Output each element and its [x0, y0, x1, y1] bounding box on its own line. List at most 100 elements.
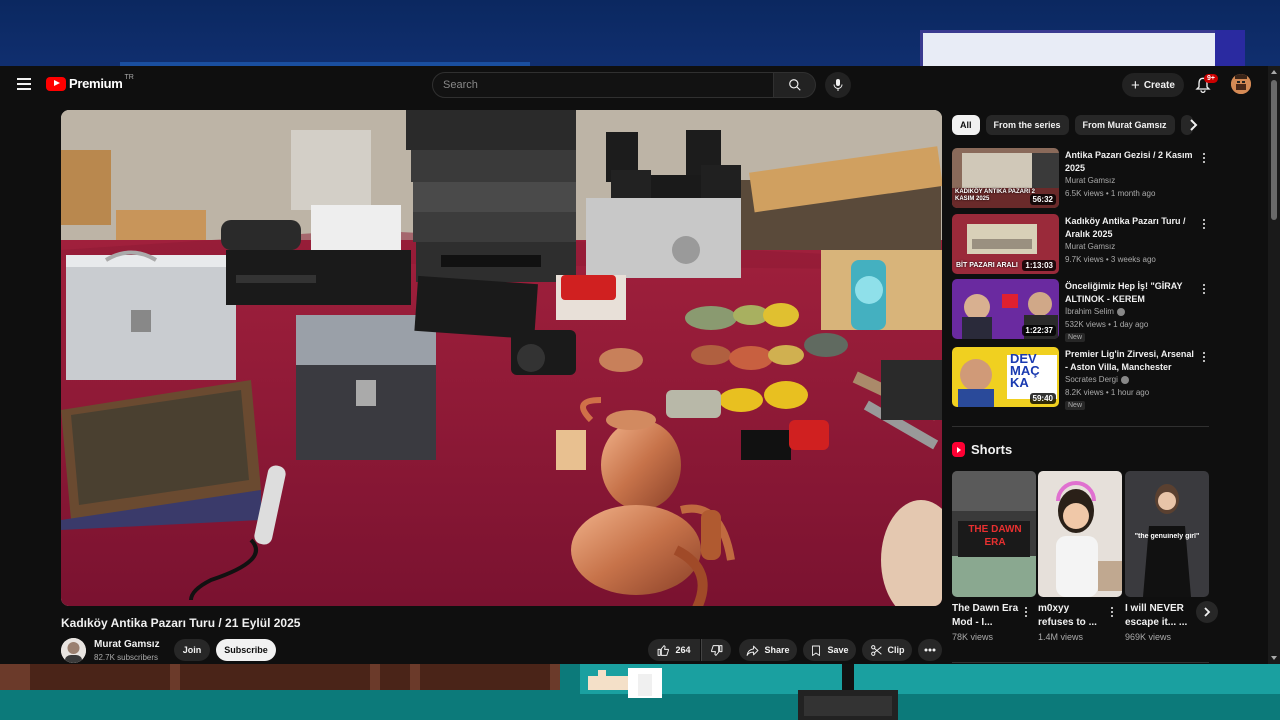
more-icon[interactable] — [1200, 217, 1208, 231]
like-count: 264 — [675, 645, 691, 655]
video-thumbnail: DEV MAÇ KA 59:40 — [952, 347, 1059, 407]
plus-icon: + — [1131, 76, 1140, 94]
masthead: Premium TR + Create 9+ — [0, 66, 1280, 104]
video-title: Önceliğimiz Hep İş! "GİRAY ALTINOK - KER… — [1065, 281, 1183, 304]
pixel-cat-sprite — [588, 668, 662, 698]
account-avatar[interactable] — [1231, 74, 1251, 94]
clip-label: Clip — [887, 645, 905, 655]
filter-chips: All From the series From Murat Gamsız — [952, 115, 1193, 135]
short-item[interactable]: THE DAWN ERA The Dawn Era Mod - I... 78K… — [952, 471, 1036, 642]
thumbnail-text: KADIKÖY ANTIKA PAZARI 2 KASIM 2025 — [955, 189, 1036, 202]
video-thumbnail: BİT PAZARI ARALI 1:13:03 — [952, 214, 1059, 274]
verified-icon — [1120, 375, 1129, 384]
page-scrollbar[interactable] — [1268, 66, 1280, 664]
save-button[interactable]: Save — [803, 639, 856, 661]
more-actions-button[interactable] — [918, 639, 942, 661]
more-icon[interactable] — [1200, 151, 1208, 165]
mic-icon — [833, 79, 843, 91]
short-views: 78K views — [952, 632, 994, 642]
shorts-header: Shorts — [952, 442, 1012, 457]
clip-button[interactable]: Clip — [862, 639, 912, 661]
chevron-right-icon — [1204, 607, 1211, 617]
video-title: Premier Lig'in Zirvesi, Arsenal - Aston … — [1065, 349, 1194, 372]
recommendation-item[interactable]: DEV MAÇ KA 59:40 Premier Lig'in Zirvesi,… — [952, 347, 1212, 411]
short-item[interactable]: m0xyy refuses to ... 1.4M views — [1038, 471, 1122, 642]
more-icon[interactable] — [1108, 605, 1116, 619]
verified-icon — [1116, 307, 1125, 316]
video-meta: 532K views • 1 day ago — [1065, 320, 1149, 329]
short-views: 1.4M views — [1038, 632, 1084, 642]
more-icon[interactable] — [1022, 605, 1030, 619]
more-icon — [924, 648, 936, 652]
shorts-icon — [952, 442, 965, 457]
more-icon[interactable] — [1200, 282, 1208, 296]
divider — [952, 662, 1209, 663]
like-button[interactable]: 264 — [648, 639, 700, 661]
create-label: Create — [1143, 79, 1175, 91]
share-label: Share — [764, 645, 790, 655]
share-button[interactable]: Share — [739, 639, 797, 661]
search-input[interactable] — [432, 72, 774, 98]
scroll-up-arrow[interactable] — [1271, 70, 1277, 74]
short-thumbnail: "the genuinely girl" — [1125, 471, 1209, 597]
video-frame — [61, 110, 942, 606]
video-duration: 59:40 — [1029, 393, 1056, 404]
thumbnail-text: THE DAWN ERA — [968, 524, 1022, 548]
chip-all[interactable]: All — [952, 115, 980, 135]
recommendation-item[interactable]: KADIKÖY ANTIKA PAZARI 2 KASIM 2025 56:32… — [952, 148, 1212, 212]
video-thumbnail: 1:22:37 — [952, 279, 1059, 339]
voice-search-button[interactable] — [825, 72, 851, 98]
video-meta: 6.5K views • 1 month ago — [1065, 189, 1156, 198]
search-bar — [432, 72, 816, 98]
channel-name-text: İbrahim Selim — [1065, 307, 1114, 316]
dislike-button[interactable] — [701, 639, 731, 661]
video-duration: 1:13:03 — [1022, 260, 1056, 271]
subscriber-count: 82.7K subscribers — [94, 653, 159, 662]
channel-avatar[interactable] — [61, 638, 86, 663]
recommendation-item[interactable]: 1:22:37 Önceliğimiz Hep İş! "GİRAY ALTIN… — [952, 279, 1212, 343]
create-button[interactable]: + Create — [1122, 73, 1184, 97]
scroll-thumb[interactable] — [1271, 80, 1277, 220]
video-duration: 56:32 — [1029, 194, 1056, 205]
more-icon[interactable] — [1200, 350, 1208, 364]
youtube-logo-icon — [46, 76, 66, 91]
thumbs-down-icon — [711, 644, 723, 656]
short-title: I will NEVER escape it... ... — [1125, 603, 1188, 628]
new-badge: New — [1065, 401, 1086, 410]
new-badge: New — [1065, 333, 1086, 342]
scroll-down-arrow[interactable] — [1271, 656, 1277, 660]
video-meta: 9.7K views • 3 weeks ago — [1065, 255, 1156, 264]
country-code: TR — [124, 74, 134, 81]
search-button[interactable] — [774, 72, 816, 98]
chip-from-series[interactable]: From the series — [985, 115, 1069, 135]
thumbnail-text: "the genuinely girl" — [1134, 533, 1200, 540]
video-title: Antika Pazarı Gezisi / 2 Kasım 2025 — [1065, 150, 1193, 173]
thumbs-up-icon — [658, 644, 670, 656]
channel-name[interactable]: Murat Gamsız — [1065, 242, 1115, 251]
desktop-background-window — [920, 30, 1245, 70]
save-label: Save — [827, 645, 849, 655]
channel-name[interactable]: Socrates Dergi — [1065, 375, 1129, 384]
channel-name[interactable]: Murat Gamsız — [94, 639, 160, 650]
channel-name[interactable]: Murat Gamsız — [1065, 176, 1115, 185]
chip-from-channel[interactable]: From Murat Gamsız — [1074, 115, 1175, 135]
subscribe-button[interactable]: Subscribe — [216, 639, 276, 661]
join-button[interactable]: Join — [174, 639, 210, 661]
shorts-title: Shorts — [971, 442, 1013, 457]
scissors-icon — [870, 644, 882, 656]
recommendation-item[interactable]: BİT PAZARI ARALI 1:13:03 Kadıköy Antika … — [952, 214, 1212, 278]
short-views: 969K views — [1125, 632, 1172, 642]
notifications-badge: 9+ — [1204, 74, 1218, 83]
short-thumbnail — [1038, 471, 1122, 597]
short-title: The Dawn Era Mod - I... — [952, 603, 1019, 628]
chevron-right-icon[interactable] — [1184, 116, 1202, 134]
shorts-next-button[interactable] — [1196, 601, 1218, 623]
thumbnail-text: BİT PAZARI ARALI — [956, 262, 1018, 269]
bookmark-icon — [812, 645, 821, 656]
menu-icon[interactable] — [14, 75, 34, 95]
video-title: Kadıköy Antika Pazarı Turu / Aralık 2025 — [1065, 216, 1186, 239]
short-thumbnail: THE DAWN ERA — [952, 471, 1036, 597]
youtube-premium-logo[interactable]: Premium TR — [46, 74, 134, 91]
video-player[interactable] — [61, 110, 942, 606]
channel-name[interactable]: İbrahim Selim — [1065, 307, 1125, 316]
